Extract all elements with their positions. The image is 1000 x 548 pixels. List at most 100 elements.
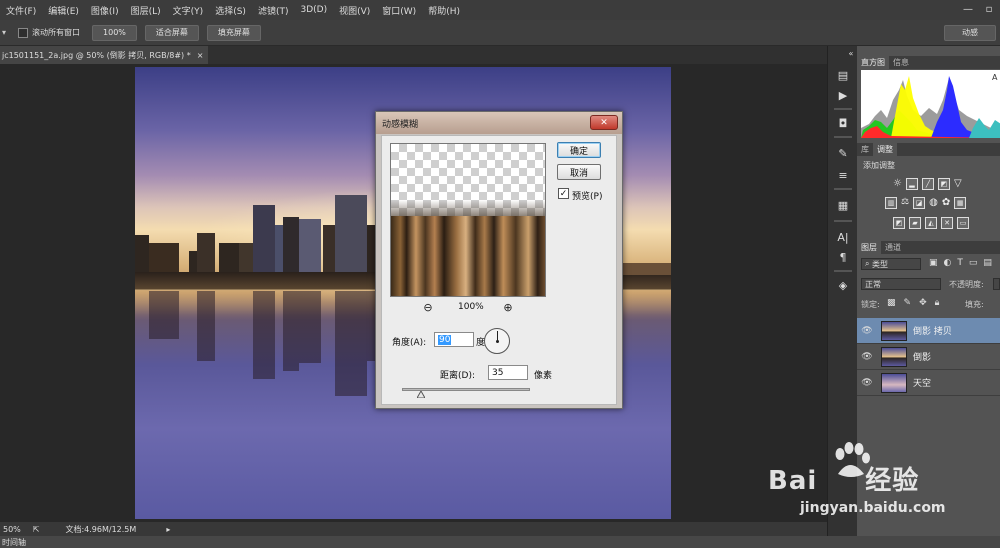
menu-item[interactable]: 帮助(H) — [422, 4, 466, 17]
tool-preset-icon[interactable]: ▾ — [2, 28, 6, 37]
timeline-panel[interactable]: 时间轴 — [0, 536, 1000, 548]
vibrance-icon[interactable]: ▽ — [954, 178, 962, 190]
actions-play-icon[interactable]: ▶ — [836, 88, 850, 102]
ok-button[interactable]: 确定 — [557, 142, 601, 158]
filter-shape-icon[interactable]: ▭ — [969, 258, 978, 268]
blend-mode-select[interactable]: 正常 — [861, 278, 941, 290]
workspace-switcher[interactable]: 动感 — [944, 24, 996, 41]
opacity-label: 不透明度: — [949, 280, 984, 289]
visibility-eye-icon[interactable]: 👁︎ — [857, 326, 877, 336]
menu-item[interactable]: 图层(L) — [125, 4, 167, 17]
watermark-bai: Bai — [768, 466, 818, 496]
restore-button[interactable]: ▫ — [980, 1, 998, 17]
layer-row[interactable]: 👁︎ 倒影 拷贝 — [857, 318, 1000, 344]
document-tab[interactable]: jc1501151_2a.jpg @ 50% (倒影 拷贝, RGB/8#) *… — [0, 46, 208, 64]
curves-icon[interactable]: ╱ — [921, 178, 934, 190]
black-white-icon[interactable]: ◪ — [913, 197, 926, 209]
histogram-tabs: 直方图 信息 — [857, 56, 1000, 69]
invert-icon[interactable]: ◩ — [893, 217, 905, 229]
dialog-body: 确定 取消 ✓ 预览(P) ⊖ 100% ⊕ 角度(A): 90 度 距离(D)… — [381, 135, 617, 405]
scroll-all-checkbox[interactable] — [18, 27, 29, 38]
filter-pixel-icon[interactable]: ▣ — [929, 258, 938, 268]
layer-thumbnail — [881, 320, 907, 341]
dialog-close-button[interactable]: ✕ — [590, 115, 618, 130]
color-balance-icon[interactable]: ⚖ — [901, 197, 909, 209]
threshold-icon[interactable]: ◭ — [925, 217, 937, 229]
fill-label: 填充: — [965, 300, 984, 309]
selective-color-icon[interactable]: ▭ — [957, 217, 969, 229]
slider-knob-icon[interactable] — [417, 391, 425, 398]
lock-all-icon[interactable]: 🔒︎ — [935, 298, 940, 308]
layer-kind-filter[interactable]: ⌕ 类型 — [861, 258, 921, 270]
tab-adjustments[interactable]: 调整 — [873, 143, 897, 156]
visibility-eye-icon[interactable]: 👁︎ — [857, 378, 877, 388]
exposure-icon[interactable]: ◩ — [937, 178, 950, 190]
menu-item[interactable]: 视图(V) — [333, 4, 376, 17]
menu-item[interactable]: 选择(S) — [209, 4, 252, 17]
menu-item[interactable]: 文字(Y) — [167, 4, 210, 17]
lock-transparent-icon[interactable]: ▩ — [887, 298, 896, 308]
tab-layers[interactable]: 图层 — [857, 241, 881, 254]
lock-brush-icon[interactable]: ✎ — [904, 298, 912, 308]
angle-input[interactable]: 90 — [434, 332, 474, 347]
channel-mixer-icon[interactable]: ✿ — [942, 197, 950, 209]
posterize-icon[interactable]: ▰ — [909, 217, 921, 229]
lock-move-icon[interactable]: ✥ — [919, 298, 927, 308]
brush-icon[interactable]: ✎ — [836, 146, 850, 160]
tab-histogram[interactable]: 直方图 — [857, 56, 889, 69]
gradient-map-icon[interactable]: ✕ — [941, 217, 953, 229]
menu-item[interactable]: 图像(I) — [85, 4, 125, 17]
layer-row[interactable]: 👁︎ 倒影 — [857, 344, 1000, 370]
color-lookup-icon[interactable]: ▦ — [954, 197, 967, 209]
levels-icon[interactable]: ▂ — [905, 178, 918, 190]
fit-screen-button[interactable]: 适合屏幕 — [144, 24, 199, 41]
layers-tabs: 图层 通道 — [857, 241, 1000, 254]
menu-item[interactable]: 文件(F) — [0, 4, 42, 17]
preview-label: 预览(P) — [572, 192, 603, 202]
filter-adjust-icon[interactable]: ◐ — [944, 258, 952, 268]
history-icon[interactable]: ▤ — [836, 68, 850, 82]
document-tab-close-icon[interactable]: × — [197, 51, 204, 60]
preview-checkbox[interactable]: ✓ — [558, 188, 569, 199]
cancel-button[interactable]: 取消 — [557, 164, 601, 180]
opacity-input[interactable] — [993, 278, 1000, 290]
zoom-in-icon[interactable]: ⊕ — [502, 301, 514, 314]
brightness-icon[interactable]: ☼ — [893, 178, 902, 190]
adjust-tabs: 库 调整 — [857, 143, 1000, 156]
zoom-out-icon[interactable]: ⊖ — [422, 301, 434, 314]
filter-type-icon[interactable]: T — [957, 258, 963, 268]
clone-source-icon[interactable]: ▦ — [836, 198, 850, 212]
status-menu-arrow-icon[interactable]: ▸ — [166, 525, 170, 534]
layer-row[interactable]: 👁︎ 天空 — [857, 370, 1000, 396]
menu-item[interactable]: 窗口(W) — [376, 4, 422, 17]
scroll-all-label: 滚动所有窗口 — [32, 28, 81, 37]
properties-icon[interactable]: ◘ — [836, 116, 850, 130]
adjust-title: 添加调整 — [863, 161, 895, 170]
zoom-100-button[interactable]: 100% — [92, 24, 137, 41]
hue-saturation-icon[interactable]: ▥ — [885, 197, 897, 209]
distance-label: 距离(D): — [440, 371, 475, 381]
fill-screen-button[interactable]: 填充屏幕 — [206, 24, 261, 41]
menu-item[interactable]: 编辑(E) — [42, 4, 85, 17]
tab-library[interactable]: 库 — [857, 143, 873, 156]
menu-item[interactable]: 滤镜(T) — [252, 4, 295, 17]
menu-item[interactable]: 3D(D) — [294, 5, 333, 15]
tab-channels[interactable]: 通道 — [881, 241, 905, 254]
visibility-eye-icon[interactable]: 👁︎ — [857, 352, 877, 362]
brush-presets-icon[interactable]: ≡ — [836, 168, 850, 182]
3d-icon[interactable]: ◈ — [836, 278, 850, 292]
character-icon[interactable]: A| — [836, 230, 850, 244]
filter-smart-icon[interactable]: ▤ — [983, 258, 992, 268]
export-icon[interactable]: ⇱ — [33, 525, 40, 534]
filter-preview[interactable] — [390, 143, 546, 297]
tab-info[interactable]: 信息 — [889, 56, 913, 69]
minimize-button[interactable]: — — [959, 1, 977, 17]
paragraph-icon[interactable]: ¶ — [836, 250, 850, 264]
angle-dial[interactable] — [484, 328, 510, 354]
zoom-readout[interactable]: 50% — [3, 525, 21, 534]
collapse-icon[interactable]: « — [844, 46, 858, 60]
lock-label: 锁定: — [861, 300, 880, 309]
dialog-titlebar[interactable]: 动感模糊 — [376, 112, 622, 134]
distance-input[interactable]: 35 — [488, 365, 528, 380]
photo-filter-icon[interactable]: ◍ — [929, 197, 938, 209]
